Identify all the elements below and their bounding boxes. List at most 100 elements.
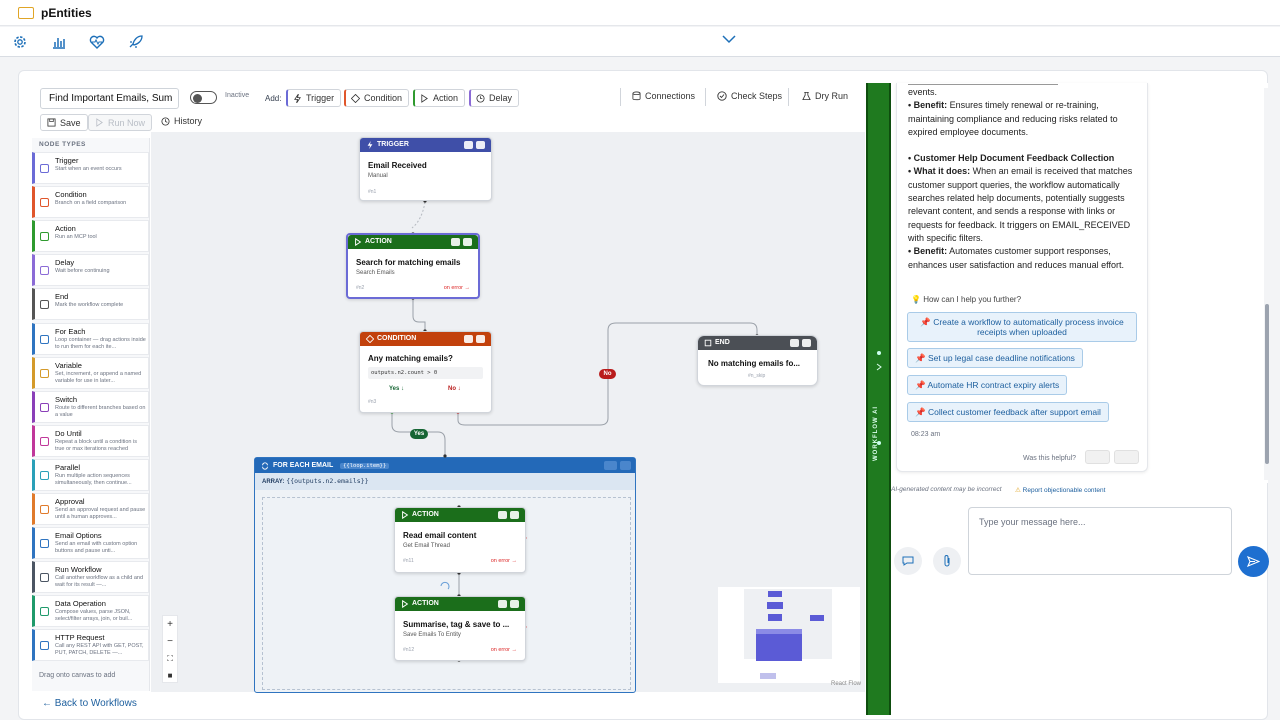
palette-item-http-request[interactable]: HTTP Request Call any REST API with GET, … (32, 629, 149, 662)
thumbs-down-icon[interactable] (1114, 450, 1139, 464)
close-icon[interactable] (802, 339, 811, 347)
palette-item-condition[interactable]: Condition Branch on a field comparison (32, 186, 149, 219)
on-error-link[interactable]: on error → (444, 285, 470, 291)
scrollbar-thumb[interactable] (1265, 304, 1269, 464)
minimap[interactable] (718, 587, 860, 683)
lock-icon[interactable]: ■ (163, 667, 177, 684)
palette-item-do-until[interactable]: Do Until Repeat a block until a condition… (32, 424, 149, 457)
app-bar: pEntities (0, 0, 1280, 26)
fit-view-icon[interactable]: ⛶ (163, 650, 177, 667)
palette-item-trigger[interactable]: Trigger Start when an event occurs (32, 152, 149, 184)
chat-icon-button[interactable] (894, 547, 922, 575)
back-to-workflows-link[interactable]: ← Back to Workflows (42, 698, 137, 709)
report-content-link[interactable]: ⚠ Report objectionable content (1015, 486, 1105, 494)
read-email-action-node[interactable]: ACTION Read email content Get Email Thre… (394, 507, 526, 573)
status-dot (877, 441, 881, 445)
connections-button[interactable]: Connections (632, 91, 695, 101)
save-button[interactable]: Save (40, 114, 88, 131)
close-icon[interactable] (463, 238, 472, 246)
search-action-node[interactable]: ACTION Search for matching emails Search… (346, 233, 480, 299)
toggle-icon[interactable] (464, 141, 473, 149)
palette-header: NODE TYPES (39, 141, 86, 148)
workflow-name-input[interactable]: Find Important Emails, Sum (40, 88, 179, 109)
chevron-down-icon[interactable] (722, 34, 736, 44)
suggestion-button[interactable]: 📌 Set up legal case deadline notificatio… (907, 348, 1083, 368)
zoom-in-icon[interactable]: + (163, 616, 177, 633)
close-icon[interactable] (476, 141, 485, 149)
toggle-icon[interactable] (464, 335, 473, 343)
array-label: ARRAY: (262, 479, 285, 485)
play-icon (96, 118, 103, 127)
zoom-out-icon[interactable]: − (163, 633, 177, 650)
divider (788, 88, 789, 106)
node-id: #n2 (356, 285, 365, 291)
react-flow-attribution[interactable]: React Flow (831, 681, 861, 687)
chevron-right-icon[interactable] (875, 363, 883, 371)
end-node-header: END (698, 336, 817, 350)
on-error-link[interactable]: on error → (491, 647, 517, 653)
save-emails-action-node[interactable]: ACTION Summarise, tag & save to ... Save… (394, 596, 526, 661)
close-icon[interactable] (476, 335, 485, 343)
suggestion-button[interactable]: 📌 Collect customer feedback after suppor… (907, 402, 1109, 422)
gear-icon[interactable] (12, 34, 28, 50)
pin-icon: 📌 (920, 317, 931, 327)
sort-icon[interactable] (604, 461, 617, 470)
palette-item-title: Email Options (55, 531, 102, 541)
palette-item-variable[interactable]: Variable Set, increment, or append a name… (32, 356, 149, 389)
chat-message-input[interactable]: Type your message here... (968, 507, 1232, 575)
bar-chart-icon[interactable] (51, 34, 67, 50)
folder-icon (18, 6, 34, 19)
palette-item-email-options[interactable]: Email Options Send an email with custom o… (32, 527, 149, 560)
node-title: Summarise, tag & save to ... (403, 620, 510, 629)
palette-item-data-operation[interactable]: Data Operation Compose values, parse JSON… (32, 595, 149, 628)
add-action-button[interactable]: Action (413, 89, 466, 107)
add-condition-button[interactable]: Condition (344, 89, 410, 107)
database-icon (632, 91, 641, 101)
palette-item-run-workflow[interactable]: Run Workflow Call another workflow as a c… (32, 561, 149, 594)
suggestion-button[interactable]: 📌 Create a workflow to automatically pro… (907, 312, 1137, 342)
suggestion-button[interactable]: 📌 Automate HR contract expiry alerts (907, 375, 1068, 395)
close-icon[interactable] (510, 600, 519, 608)
active-toggle[interactable] (190, 91, 217, 104)
on-error-link[interactable]: on error → (491, 558, 517, 564)
toggle-icon[interactable] (790, 339, 799, 347)
trigger-node[interactable]: TRIGGER Email Received Manual #n1 (359, 137, 492, 201)
end-icon (40, 300, 49, 310)
chat-bubble-icon (902, 556, 914, 566)
palette-item-parallel[interactable]: Parallel Run multiple action sequences si… (32, 458, 149, 491)
palette-item-end[interactable]: End Mark the workflow complete (32, 288, 149, 321)
action-node-header: ACTION (348, 235, 478, 249)
close-icon[interactable] (620, 461, 631, 470)
dry-run-button[interactable]: Dry Run (802, 91, 848, 101)
palette-item-switch[interactable]: Switch Route to different branches based … (32, 390, 149, 423)
end-node[interactable]: END No matching emails fo... #n_skip (697, 335, 818, 386)
add-trigger-button[interactable]: Trigger (286, 89, 342, 107)
chat-scrollbar[interactable] (1264, 88, 1270, 480)
heart-pulse-icon[interactable] (89, 34, 105, 50)
check-steps-button[interactable]: Check Steps (717, 91, 782, 101)
play-icon (402, 600, 409, 608)
palette-item-delay[interactable]: Delay Wait before continuing (32, 254, 149, 287)
palette-item-for-each[interactable]: For Each Loop container — drag actions in… (32, 322, 149, 355)
close-icon[interactable] (510, 511, 519, 519)
run-now-button[interactable]: Run Now (88, 114, 153, 131)
toggle-icon[interactable] (498, 600, 507, 608)
add-delay-button[interactable]: Delay (469, 89, 520, 107)
condition-node[interactable]: CONDITION Any matching emails? outputs.n… (359, 331, 492, 413)
history-button[interactable]: History (161, 116, 202, 126)
rocket-icon[interactable] (128, 34, 144, 50)
palette-item-action[interactable]: Action Run an MCP tool (32, 220, 149, 253)
message-heading: • Customer Help Document Feedback Collec… (908, 153, 1115, 164)
palette-item-title: Parallel (55, 462, 81, 472)
clock-icon (476, 93, 485, 103)
palette-item-title: Action (55, 224, 76, 234)
workflow-ai-strip[interactable]: WORKFLOW AI (866, 83, 891, 715)
send-button[interactable] (1238, 546, 1269, 577)
toggle-icon[interactable] (451, 238, 460, 246)
attach-button[interactable] (933, 547, 961, 575)
toggle-icon[interactable] (498, 511, 507, 519)
thumbs-up-icon[interactable] (1085, 450, 1110, 464)
switch-icon (40, 402, 49, 412)
palette-item-desc: Call any REST API with GET, POST, PUT, P… (55, 643, 144, 657)
palette-item-approval[interactable]: Approval Send an approval request and pau… (32, 493, 149, 525)
